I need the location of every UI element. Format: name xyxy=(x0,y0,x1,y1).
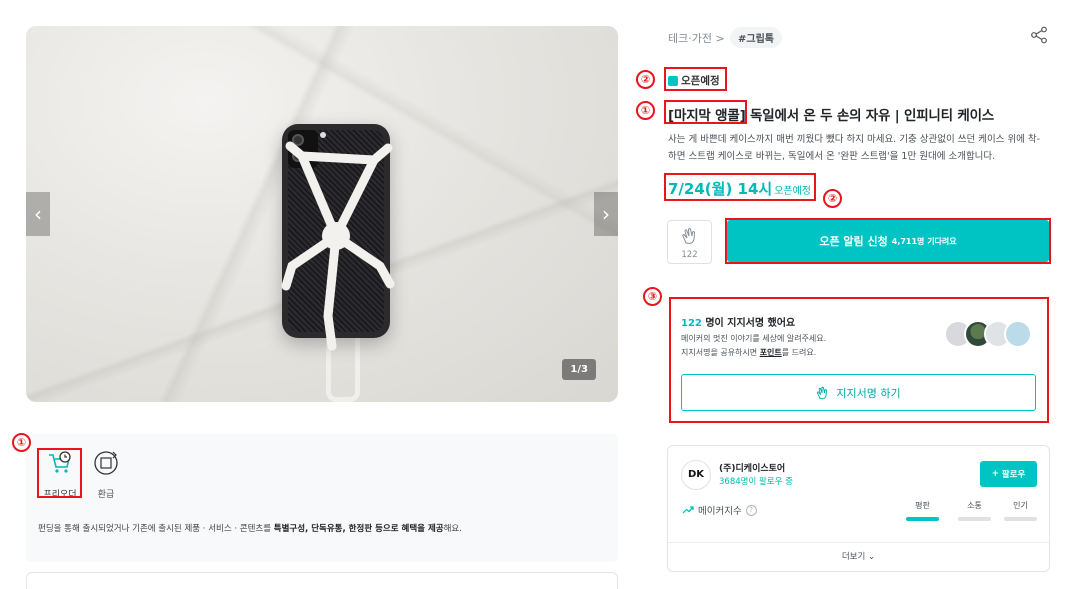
annotation-box-status xyxy=(664,67,727,91)
maker-logo[interactable]: DK xyxy=(681,460,711,490)
metric-popularity: 인기 xyxy=(1004,500,1037,521)
maker-followers: 3684명이 팔로우 중 xyxy=(719,477,793,487)
annotation-number: ② xyxy=(823,189,842,208)
product-image-gallery[interactable]: ‹ › 1/3 xyxy=(26,26,618,402)
benefit-refund-label: 환급 xyxy=(97,490,115,500)
refund-icon xyxy=(94,451,118,475)
benefit-description: 펀딩을 통해 출시되었거나 기존에 출시된 제품 · 서비스 · 콘텐츠를 특별… xyxy=(38,524,462,534)
maker-card: DK (주)디케이스토어 3684명이 팔로우 중 + 팔로우 메이커지수 ? 평… xyxy=(667,445,1050,572)
like-button[interactable]: 122 xyxy=(667,220,712,264)
share-icon[interactable] xyxy=(1030,26,1048,44)
annotation-box-support xyxy=(669,297,1049,423)
plus-icon: + xyxy=(991,469,999,479)
like-count: 122 xyxy=(681,250,698,260)
annotation-box-notify xyxy=(725,218,1051,264)
metric-communication: 소통 xyxy=(958,500,991,521)
annotation-box-title xyxy=(664,100,747,124)
annotation-box-preorder xyxy=(37,448,82,498)
divider xyxy=(668,542,1049,543)
annotation-number: ① xyxy=(636,101,655,120)
strap-image xyxy=(281,141,395,351)
annotation-number: ① xyxy=(12,433,31,452)
info-icon[interactable]: ? xyxy=(745,504,757,516)
annotation-number: ③ xyxy=(643,287,662,306)
breadcrumb[interactable]: 테크·가전 > xyxy=(668,30,725,46)
chevron-down-icon: ⌄ xyxy=(868,552,876,562)
gallery-counter: 1/3 xyxy=(562,359,596,380)
bottom-card xyxy=(26,572,618,589)
category-tag[interactable]: #그립톡 xyxy=(730,27,782,48)
benefit-refund[interactable]: 환급 xyxy=(84,450,128,500)
clap-icon xyxy=(681,228,695,245)
maker-index: 메이커지수 ? xyxy=(682,503,757,517)
chevron-right-icon: > xyxy=(715,32,725,45)
trend-up-icon xyxy=(682,506,694,514)
annotation-number: ② xyxy=(636,70,655,89)
product-description: 사는 게 바쁜데 케이스까지 매번 끼웠다 뺐다 하지 마세요. 기충 상관없이… xyxy=(668,134,1041,162)
benefits-panel: 프리오더 환급 펀딩을 통해 출시되었거나 기존에 출시된 제품 · 서비스 ·… xyxy=(26,434,618,562)
follow-button[interactable]: + 팔로우 xyxy=(980,461,1037,487)
gallery-prev-button[interactable]: ‹ xyxy=(26,192,50,236)
gallery-next-button[interactable]: › xyxy=(594,192,618,236)
more-button[interactable]: 더보기 ⌄ xyxy=(668,550,1049,562)
metric-reputation: 평판 xyxy=(906,500,939,521)
annotation-box-open-date xyxy=(664,173,816,201)
maker-name[interactable]: (주)디케이스토어 xyxy=(719,461,785,474)
